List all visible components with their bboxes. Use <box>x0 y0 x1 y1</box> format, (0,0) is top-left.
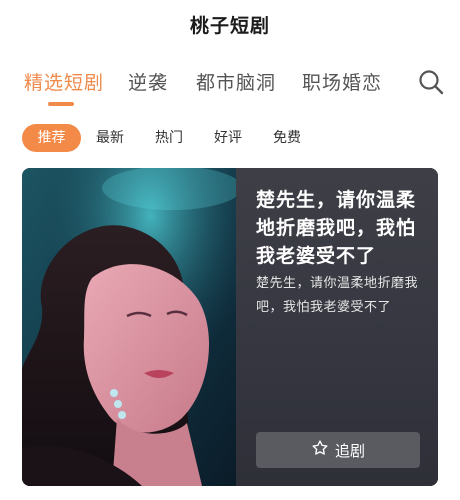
filter-hot[interactable]: 热门 <box>155 124 183 152</box>
tab-featured[interactable]: 精选短剧 <box>24 68 104 95</box>
follow-label: 追剧 <box>334 441 365 460</box>
app-header: 桃子短剧 <box>0 0 460 48</box>
search-icon[interactable] <box>417 68 445 96</box>
drama-description: 楚先生，请你温柔地折磨我吧，我怕我老婆受不了 <box>256 276 419 315</box>
drama-info-panel: 楚先生，请你温柔地折磨我吧，我怕我老婆受不了 楚先生，请你温柔地折磨我吧，我怕我… <box>236 168 438 486</box>
tab-comeback[interactable]: 逆袭 <box>128 68 168 95</box>
app-title: 桃子短剧 <box>189 14 270 37</box>
filter-recommended[interactable]: 推荐 <box>22 124 81 152</box>
tab-urban-fantasy[interactable]: 都市脑洞 <box>196 68 276 95</box>
drama-card[interactable]: 楚先生，请你温柔地折磨我吧，我怕我老婆受不了 楚先生，请你温柔地折磨我吧，我怕我… <box>22 168 438 486</box>
filter-top-rated[interactable]: 好评 <box>214 124 242 152</box>
active-tab-indicator <box>48 102 74 106</box>
filter-latest[interactable]: 最新 <box>96 124 124 152</box>
star-outline-icon <box>311 439 329 461</box>
follow-drama-button[interactable]: 追剧 <box>256 432 420 468</box>
drama-title[interactable]: 楚先生，请你温柔地折磨我吧，我怕我老婆受不了 <box>256 186 432 270</box>
drama-poster[interactable] <box>22 168 236 486</box>
filter-free[interactable]: 免费 <box>273 124 301 152</box>
tab-workplace-romance[interactable]: 职场婚恋 <box>302 68 382 95</box>
category-tabs: 精选短剧 逆袭 都市脑洞 职场婚恋 <box>0 62 460 108</box>
filter-chips: 推荐 最新 热门 好评 免费 <box>0 124 460 154</box>
